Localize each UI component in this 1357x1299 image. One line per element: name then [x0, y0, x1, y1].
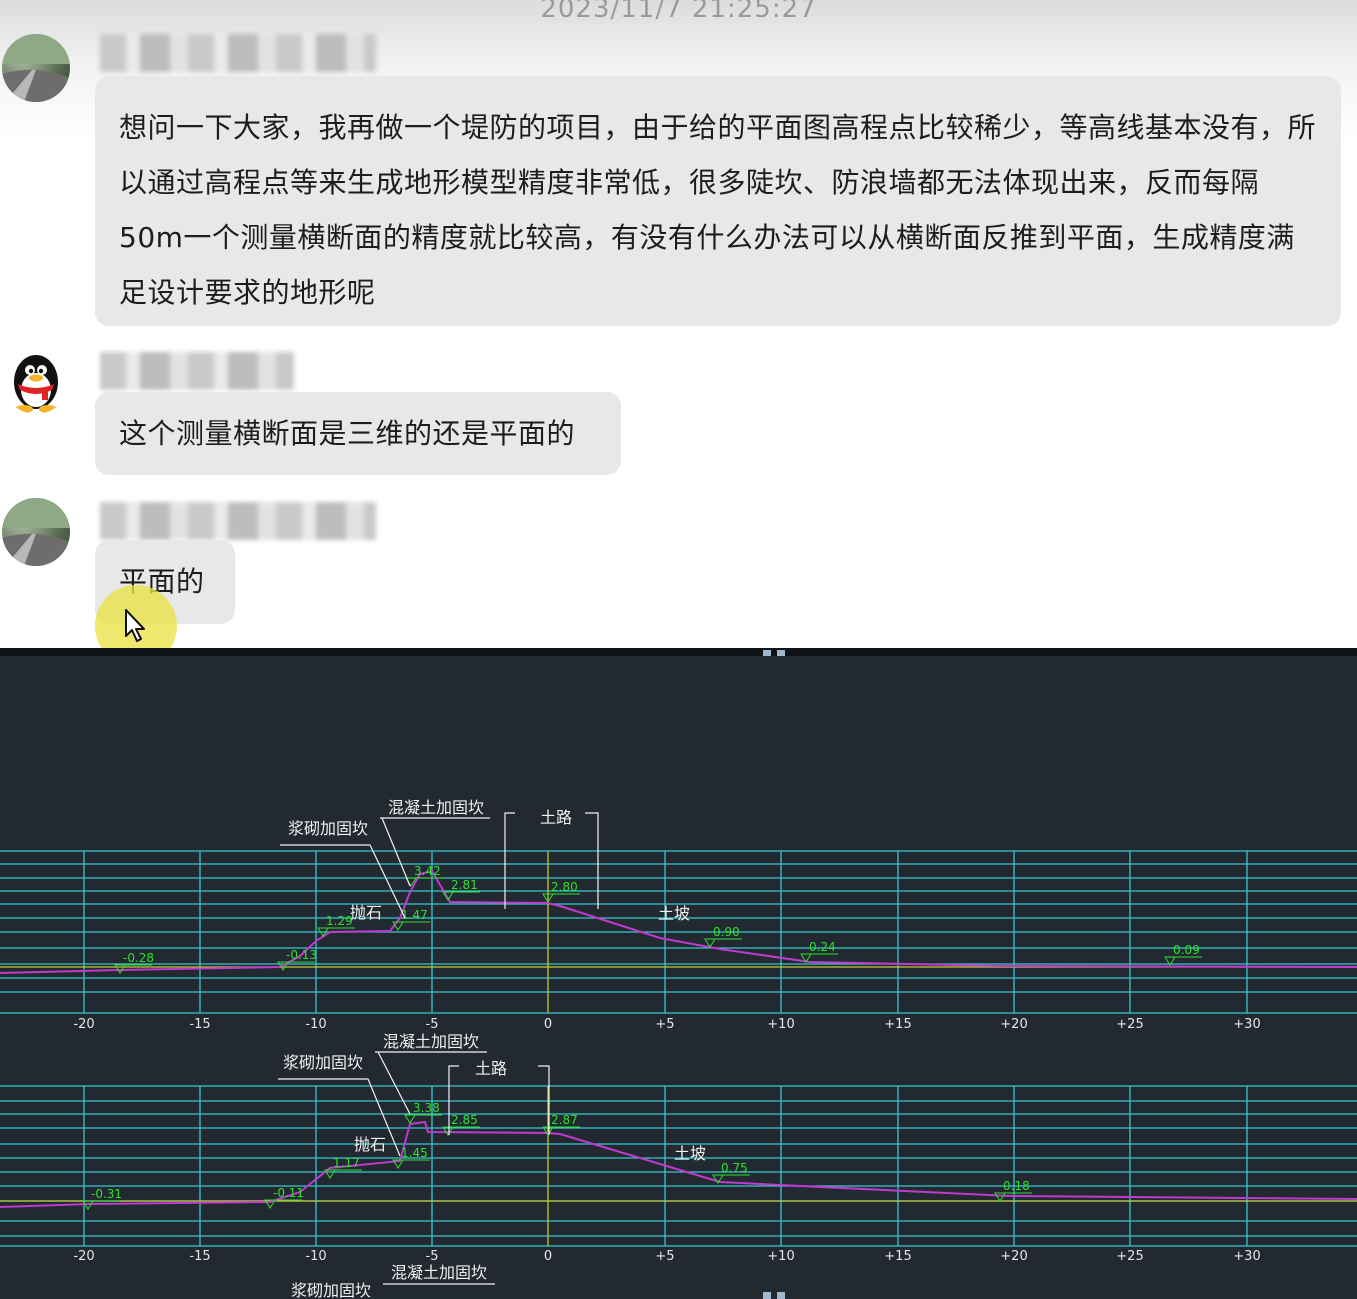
station-tick-label: +20	[1000, 1017, 1027, 1032]
message-timestamp: 2023/11/7 21:25:27	[540, 0, 817, 24]
station-tick-label: +30	[1233, 1249, 1260, 1264]
annotation-label: 混凝土加固坎	[391, 1263, 487, 1282]
splitter-grip-icon	[777, 1292, 785, 1299]
station-tick-label: 0	[544, 1017, 552, 1032]
cross-section-drawing: -20 -15 -10 -5 0 +5 +10 +15 +20 +25 +30 -0.28 -0.13 1…	[0, 798, 1357, 1299]
station-tick-label: +10	[767, 1017, 794, 1032]
station-tick-label: -20	[73, 1249, 94, 1264]
message-text: 这个测量横断面是三维的还是平面的	[119, 417, 576, 450]
station-tick-label: +20	[1000, 1249, 1027, 1264]
elevation-label: 1.17	[333, 1156, 360, 1170]
station-tick-label: 0	[544, 1249, 552, 1264]
elevation-label: 0.09	[1173, 943, 1200, 957]
elevation-label: -0.28	[123, 951, 154, 965]
annotation-label: 抛石	[350, 903, 382, 922]
station-tick-label: +30	[1233, 1017, 1260, 1032]
message-text: 想问一下大家，我再做一个堤防的项目，由于给的平面图高程点比较稀少，等高线基本没有…	[119, 111, 1317, 309]
annotation-label: 土坡	[674, 1144, 706, 1163]
elevation-label: 0.90	[713, 925, 740, 939]
elevation-label: 1.45	[401, 1146, 428, 1160]
station-tick-label: -15	[189, 1249, 210, 1264]
message-bubble-1[interactable]: 想问一下大家，我再做一个堤防的项目，由于给的平面图高程点比较稀少，等高线基本没有…	[95, 76, 1341, 326]
annotation-label: 抛石	[354, 1135, 386, 1154]
elevation-label: -0.13	[286, 948, 317, 962]
elevation-label: 3.38	[413, 1101, 440, 1115]
elevation-label: -0.31	[91, 1187, 122, 1201]
annotation-label: 浆砌加固坎	[288, 819, 368, 838]
elevation-label: 2.85	[451, 1113, 478, 1127]
chat-panel: 2023/11/7 21:25:27 想问一下大家，我再做一个堤防的项目，由于给…	[0, 0, 1357, 648]
station-tick-label: -5	[426, 1017, 439, 1032]
annotation-label: 土路	[475, 1059, 507, 1078]
annotation-label: 浆砌加固坎	[291, 1281, 371, 1299]
user-photo-avatar[interactable]	[2, 498, 70, 566]
elevation-label: -0.11	[273, 1186, 304, 1200]
annotation-label: 土坡	[658, 904, 690, 923]
station-tick-label: +5	[655, 1017, 674, 1032]
station-tick-label: +25	[1116, 1249, 1143, 1264]
station-tick-label: -20	[73, 1017, 94, 1032]
elevation-label: 2.87	[551, 1113, 578, 1127]
elevation-label: 0.75	[721, 1161, 748, 1175]
annotation-leader-line	[377, 1051, 411, 1115]
cad-drawing-view[interactable]: -20 -15 -10 -5 0 +5 +10 +15 +20 +25 +30 -0.28 -0.13 1…	[0, 656, 1357, 1299]
message-bubble-2[interactable]: 这个测量横断面是三维的还是平面的	[95, 392, 621, 475]
elevation-label: 0.24	[809, 940, 836, 954]
annotation-leader-line	[381, 817, 411, 887]
annotation-label: 土路	[540, 808, 572, 827]
station-tick-label: -15	[189, 1017, 210, 1032]
elevation-label: 3.42	[414, 864, 441, 878]
station-tick-label: -5	[426, 1249, 439, 1264]
sender-name	[100, 34, 376, 72]
splitter-grip-icon	[763, 1292, 771, 1299]
qq-penguin-avatar[interactable]	[2, 346, 70, 414]
elevation-marker-icon	[404, 1114, 416, 1124]
annotation-leader-line	[504, 812, 515, 909]
annotation-leader-line	[585, 812, 599, 909]
station-tick-label: +15	[884, 1017, 911, 1032]
sender-name	[100, 502, 376, 540]
annotation-leader-line	[280, 844, 406, 919]
annotation-label: 混凝土加固坎	[388, 798, 484, 817]
elevation-label: 0.18	[1003, 1179, 1030, 1193]
annotation-label: 混凝土加固坎	[383, 1032, 479, 1051]
user-photo-avatar[interactable]	[2, 34, 70, 102]
elevation-label: 1.47	[401, 908, 428, 922]
terrain-profile-line	[0, 1120, 1357, 1208]
station-tick-label: +5	[655, 1249, 674, 1264]
elevation-marker-icon	[994, 1192, 1006, 1202]
elevation-label: 2.81	[451, 878, 478, 892]
station-tick-label: -10	[305, 1249, 326, 1264]
station-tick-label: -10	[305, 1017, 326, 1032]
pane-splitter[interactable]	[0, 648, 1357, 656]
mouse-pointer-icon	[124, 608, 148, 648]
annotation-label: 浆砌加固坎	[283, 1053, 363, 1072]
station-tick-label: +15	[884, 1249, 911, 1264]
sender-name	[100, 352, 294, 390]
elevation-label: 2.80	[551, 880, 578, 894]
station-tick-label: +25	[1116, 1017, 1143, 1032]
elevation-label: 1.29	[326, 914, 353, 928]
station-tick-label: +10	[767, 1249, 794, 1264]
